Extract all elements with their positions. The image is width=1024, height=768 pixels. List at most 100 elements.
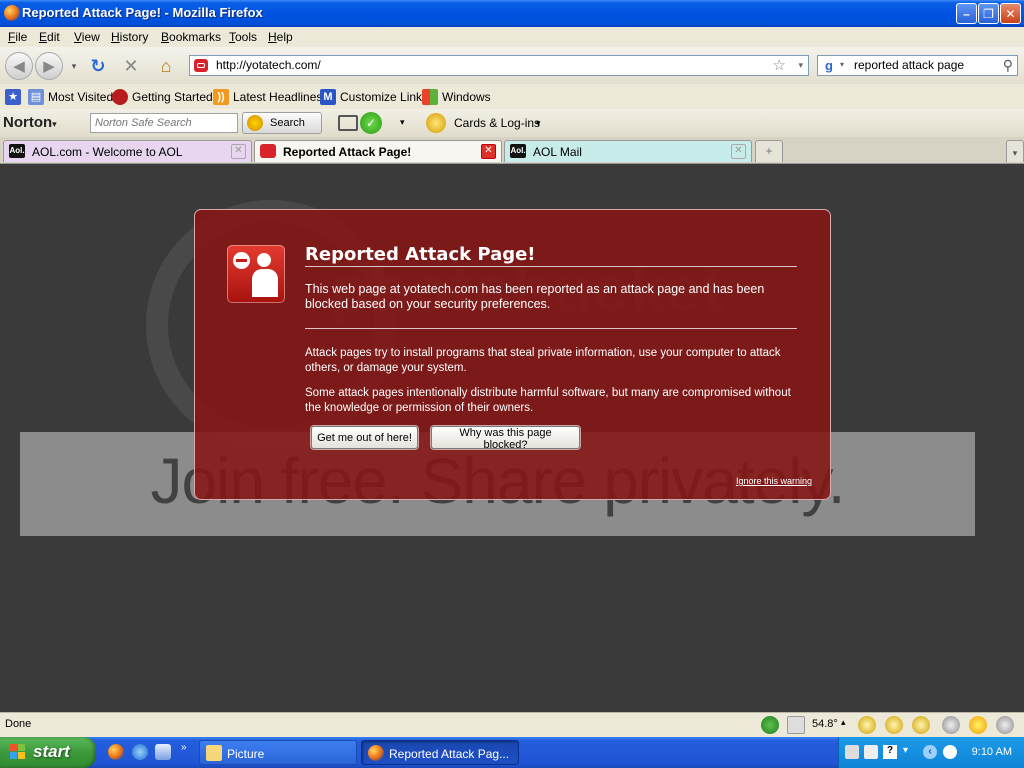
- task-firefox[interactable]: Reported Attack Pag...: [361, 740, 519, 765]
- menu-view[interactable]: View: [74, 30, 100, 44]
- tray-keyboard-icon[interactable]: [864, 745, 878, 759]
- clock[interactable]: 9:10 AM: [972, 746, 1012, 758]
- lock-icon: [426, 113, 446, 133]
- menu-help[interactable]: Help: [268, 30, 293, 44]
- bookmark-customize-links[interactable]: M Customize Links: [320, 89, 428, 105]
- firefox-icon: [4, 5, 20, 21]
- cards-dropdown-icon: ▾: [536, 118, 541, 128]
- weather-rain-icon[interactable]: [942, 716, 960, 734]
- tray-network-icon[interactable]: ▾: [903, 745, 917, 759]
- tray-help-icon[interactable]: ?: [883, 745, 897, 759]
- attack-page-icon: [260, 144, 276, 158]
- menu-file[interactable]: File: [8, 30, 27, 44]
- url-bar[interactable]: ☆ ▾: [189, 55, 809, 76]
- window-title: Reported Attack Page! - Mozilla Firefox: [22, 5, 263, 20]
- new-tab-button[interactable]: +: [755, 140, 783, 162]
- taskbar: start » Picture Reported Attack Pag... ?…: [0, 737, 1024, 768]
- page-info-icon[interactable]: [787, 716, 805, 734]
- bookmark-windows[interactable]: Windows: [422, 89, 491, 105]
- weather-sun-cloud-icon[interactable]: [858, 716, 876, 734]
- weather-sun-cloud-icon[interactable]: [912, 716, 930, 734]
- norton-search-input[interactable]: [90, 113, 238, 133]
- forward-button[interactable]: ▶: [35, 52, 63, 80]
- tab-close-icon[interactable]: ✕: [231, 144, 246, 159]
- error-title: Reported Attack Page!: [305, 244, 536, 265]
- chevron-down-icon: ▾: [1012, 148, 1018, 158]
- tab-reported-attack[interactable]: Reported Attack Page! ✕: [254, 140, 502, 162]
- msn-icon: M: [320, 89, 336, 105]
- temperature-readout[interactable]: 54.8°: [812, 718, 838, 730]
- bookmark-latest-headlines[interactable]: )) Latest Headlines: [213, 89, 322, 105]
- temperature-arrow-icon[interactable]: ▴: [841, 717, 846, 728]
- tab-close-icon[interactable]: ✕: [481, 144, 496, 159]
- title-bar[interactable]: Reported Attack Page! - Mozilla Firefox …: [0, 0, 1024, 27]
- site-identity-icon: [194, 59, 208, 72]
- rss-icon: )): [213, 89, 229, 105]
- weather-rain-icon[interactable]: [996, 716, 1014, 734]
- bookmark-most-visited[interactable]: ▤ Most Visited: [28, 89, 113, 105]
- tray-pen-icon[interactable]: [845, 745, 859, 759]
- stop-icon[interactable]: ✕: [121, 56, 141, 76]
- bookmark-star-icon[interactable]: ☆: [773, 56, 786, 74]
- get-me-out-button[interactable]: Get me out of here!: [311, 426, 418, 449]
- safe-dropdown-icon[interactable]: ▾: [400, 117, 405, 128]
- close-button[interactable]: ✕: [1000, 3, 1021, 24]
- search-input[interactable]: [854, 58, 994, 72]
- weather-sun-cloud-icon[interactable]: [885, 716, 903, 734]
- norton-n-icon: [247, 115, 263, 131]
- search-bar[interactable]: g ▾ ⚲: [817, 55, 1018, 76]
- divider: [305, 266, 797, 267]
- ignore-warning-link[interactable]: Ignore this warning: [736, 476, 812, 486]
- google-engine-icon[interactable]: g: [821, 58, 837, 74]
- globe-icon[interactable]: [761, 716, 779, 734]
- status-bar: Done 54.8° ▴: [0, 712, 1024, 737]
- url-input[interactable]: [216, 58, 736, 72]
- attack-warning-box: Reported Attack Page! This web page at y…: [194, 209, 831, 500]
- error-short-desc: This web page at yotatech.com has been r…: [305, 282, 765, 311]
- shopping-cart-icon[interactable]: [338, 115, 358, 131]
- why-blocked-button[interactable]: Why was this page blocked?: [431, 426, 580, 451]
- norton-toolbar: Norton▾ Search ✓ ▾ Cards & Log-ins ▾: [0, 109, 1024, 137]
- tab-aol-mail[interactable]: Aol. AOL Mail ✕: [504, 140, 752, 162]
- reload-icon[interactable]: ↻: [88, 56, 108, 76]
- status-text: Done: [5, 718, 32, 730]
- norton-dropdown-icon[interactable]: ▾: [52, 119, 57, 129]
- start-button[interactable]: start: [0, 737, 96, 768]
- aol-icon: Aol.: [9, 144, 25, 158]
- menu-edit[interactable]: Edit: [39, 30, 60, 44]
- menu-history[interactable]: History: [111, 30, 148, 44]
- police-warning-icon: [227, 245, 285, 303]
- url-dropdown-icon[interactable]: ▾: [798, 60, 803, 71]
- norton-search-button[interactable]: Search: [242, 112, 322, 134]
- tab-list-button[interactable]: ▾: [1006, 140, 1024, 162]
- windows-flag-icon: [10, 744, 26, 760]
- aol-icon: Aol.: [510, 144, 526, 158]
- task-picture[interactable]: Picture: [199, 740, 357, 765]
- desktop-quicklaunch-icon[interactable]: [155, 744, 171, 760]
- back-button[interactable]: ◀: [5, 52, 33, 80]
- tab-aol-welcome[interactable]: Aol. AOL.com - Welcome to AOL ✕: [3, 140, 252, 162]
- folder-icon: [206, 745, 222, 761]
- menu-bar: File Edit View History Bookmarks Tools H…: [0, 27, 1024, 47]
- firefox-icon: [368, 745, 384, 761]
- page-content: photobucket Join free. Share privately. …: [0, 164, 1024, 712]
- restore-button[interactable]: ❐: [978, 3, 999, 24]
- history-dropdown-icon[interactable]: ▾: [64, 56, 84, 76]
- minimize-button[interactable]: –: [956, 3, 977, 24]
- ie-quicklaunch-icon[interactable]: [132, 744, 148, 760]
- engine-dropdown-icon[interactable]: ▾: [840, 60, 844, 69]
- norton-logo[interactable]: Norton▾: [3, 114, 57, 131]
- tab-close-icon[interactable]: ✕: [731, 144, 746, 159]
- firefox-quicklaunch-icon[interactable]: [108, 744, 124, 760]
- menu-tools[interactable]: Tools: [229, 30, 257, 44]
- home-icon[interactable]: ⌂: [156, 56, 176, 76]
- tray-expand-icon[interactable]: ‹: [923, 745, 937, 759]
- search-icon[interactable]: ⚲: [1003, 57, 1013, 74]
- safe-check-icon[interactable]: ✓: [360, 112, 382, 134]
- weather-sun-icon[interactable]: [969, 716, 987, 734]
- menu-bookmarks[interactable]: Bookmarks: [161, 30, 221, 44]
- quicklaunch-more-icon[interactable]: »: [181, 742, 187, 753]
- tray-search-icon[interactable]: [943, 745, 957, 759]
- bookmark-getting-started[interactable]: Getting Started: [112, 89, 213, 105]
- bookmarks-menu-icon[interactable]: ★: [5, 89, 25, 105]
